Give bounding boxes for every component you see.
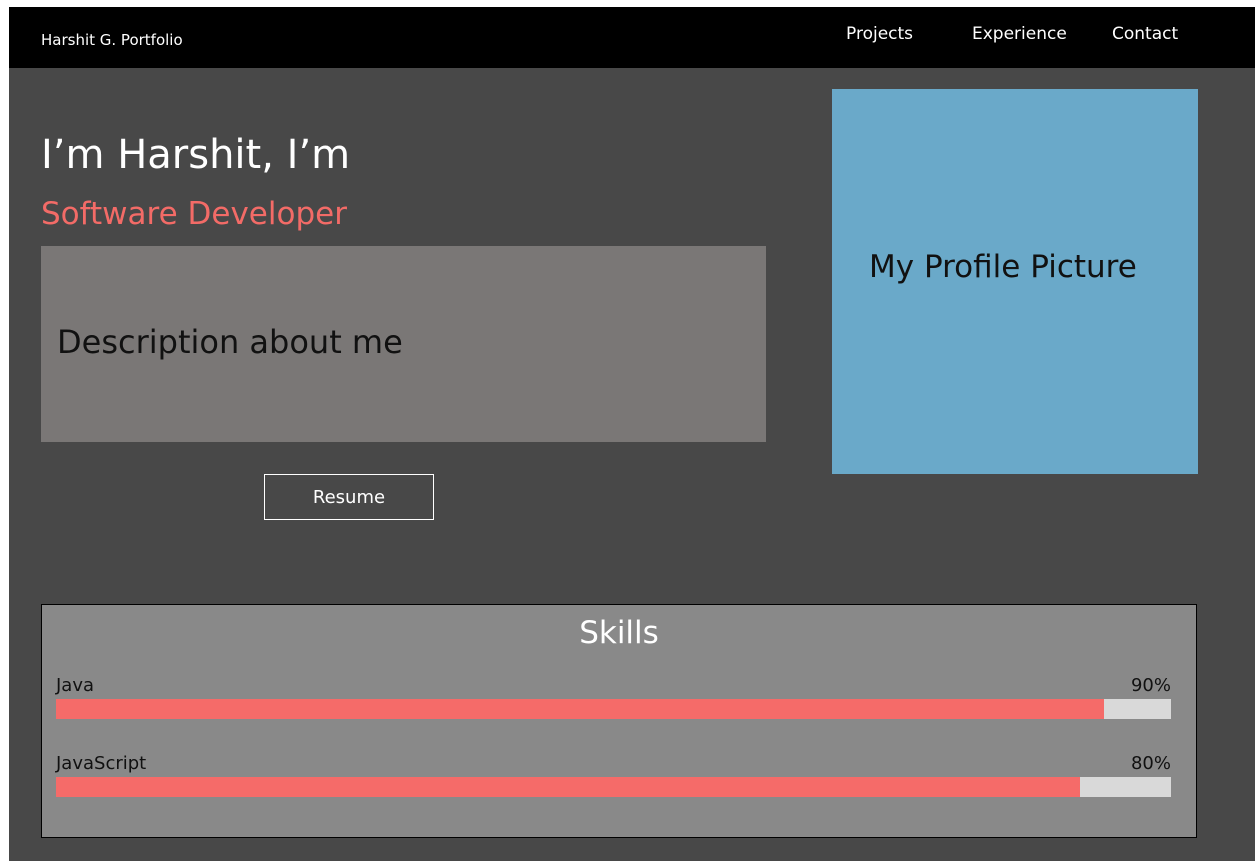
hero-greeting: I’m Harshit, I’m bbox=[41, 132, 351, 178]
description-text: Description about me bbox=[57, 323, 403, 361]
nav-link-experience[interactable]: Experience bbox=[972, 24, 1067, 44]
skills-title: Skills bbox=[579, 615, 659, 651]
skill-progress-track bbox=[56, 777, 1171, 797]
hero-role: Software Developer bbox=[41, 196, 347, 232]
skill-percent: 90% bbox=[1130, 675, 1171, 696]
top-navbar: Harshit G. Portfolio Projects Experience… bbox=[9, 7, 1255, 68]
description-box: Description about me bbox=[41, 246, 766, 442]
nav-link-contact[interactable]: Contact bbox=[1112, 24, 1178, 44]
nav-link-projects[interactable]: Projects bbox=[846, 24, 913, 44]
skill-progress-fill bbox=[56, 699, 1105, 719]
skill-name: JavaScript bbox=[56, 753, 147, 774]
skill-progress-track bbox=[56, 699, 1171, 719]
skill-row: JavaScript 80% bbox=[56, 755, 1171, 805]
portfolio-page: Harshit G. Portfolio Projects Experience… bbox=[9, 7, 1255, 861]
skill-percent: 80% bbox=[1130, 753, 1171, 774]
brand-title[interactable]: Harshit G. Portfolio bbox=[41, 31, 183, 49]
skill-progress-fill bbox=[56, 777, 1080, 797]
skills-panel: Skills Java 90% JavaScript 80% bbox=[41, 604, 1197, 838]
skill-row: Java 90% bbox=[56, 677, 1171, 727]
resume-button[interactable]: Resume bbox=[264, 474, 434, 520]
profile-picture: My Profile Picture bbox=[832, 89, 1198, 474]
skill-name: Java bbox=[56, 675, 95, 696]
profile-picture-label: My Profile Picture bbox=[869, 249, 1137, 285]
